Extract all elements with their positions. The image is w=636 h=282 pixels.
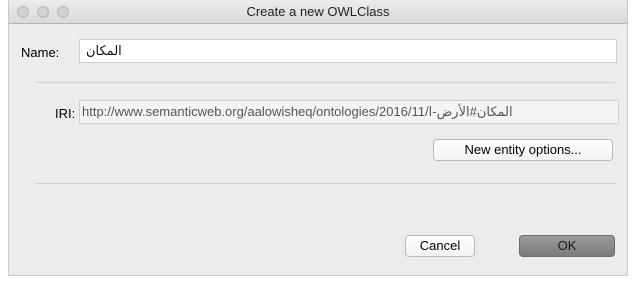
title-bar: Create a new OWLClass: [9, 0, 627, 24]
ok-button[interactable]: OK: [519, 235, 615, 257]
name-field[interactable]: المكان: [79, 39, 617, 63]
new-entity-options-button[interactable]: New entity options...: [433, 139, 613, 161]
divider-top: [35, 82, 615, 83]
name-value: المكان: [86, 43, 122, 58]
iri-value: http://www.semanticweb.org/aalowisheq/on…: [82, 104, 513, 119]
name-label: Name:: [21, 45, 60, 60]
window-title: Create a new OWLClass: [246, 4, 390, 19]
iri-field[interactable]: http://www.semanticweb.org/aalowisheq/on…: [79, 100, 619, 124]
divider-bottom: [35, 183, 615, 184]
cancel-button[interactable]: Cancel: [405, 235, 475, 257]
iri-label: IRI:: [55, 106, 76, 121]
create-owlclass-dialog: Create a new OWLClass Name: المكان IRI: …: [8, 0, 628, 276]
